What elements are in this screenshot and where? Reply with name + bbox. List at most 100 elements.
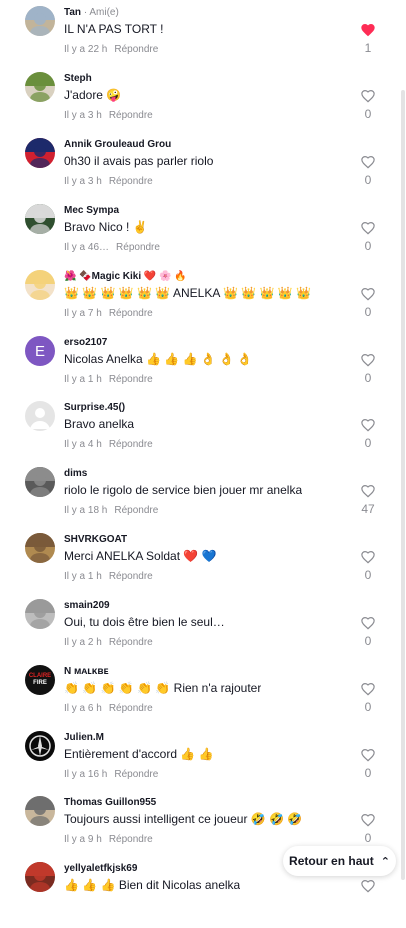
avatar[interactable]: E	[25, 336, 55, 366]
username-text[interactable]: Surprise.45()	[64, 402, 125, 413]
reply-button[interactable]: Répondre	[116, 242, 160, 253]
comment-text: 👏 👏 👏 👏 👏 👏 Rien n'a rajouter	[64, 681, 262, 695]
comment-text: 👍 👍 👍 Bien dit Nicolas anelka	[64, 878, 241, 892]
comment-item: Tan · Ami(e) IL N'A PAS TORT ! Il y a 22 h…	[0, 6, 406, 72]
comment-item: 🌺 🍫Magic Kiki ❤️ 🌸 🔥 👑 👑 👑 👑 👑 👑 ANELKA 👑…	[0, 270, 406, 336]
comment-time: Il y a 7 h	[64, 308, 102, 319]
username-text[interactable]: Thomas Guillon955	[64, 797, 156, 808]
heart-icon[interactable]	[360, 286, 376, 302]
avatar[interactable]	[25, 72, 55, 102]
username-text[interactable]: dims	[64, 468, 87, 479]
reply-button[interactable]: Répondre	[109, 571, 153, 582]
reply-button[interactable]: Répondre	[109, 439, 153, 450]
comment-username[interactable]: SHVRKGOAT	[64, 533, 127, 547]
avatar[interactable]	[25, 138, 55, 168]
username-text[interactable]: Steph	[64, 73, 92, 84]
heart-icon[interactable]	[360, 615, 376, 631]
comment-username[interactable]: yellyaletfkjsk69	[64, 862, 137, 876]
heart-icon[interactable]	[360, 812, 376, 828]
comment-text: Entièrement d'accord 👍 👍	[64, 747, 214, 761]
reply-button[interactable]: Répondre	[109, 703, 153, 714]
reply-button[interactable]: Répondre	[114, 44, 158, 55]
heart-icon[interactable]	[360, 549, 376, 565]
avatar[interactable]	[25, 204, 55, 234]
comment-meta: Il y a 1 h Répondre	[64, 373, 153, 387]
comment-time: Il y a 3 h	[64, 176, 102, 187]
heart-icon[interactable]	[360, 878, 376, 894]
heart-icon[interactable]	[360, 88, 376, 104]
avatar[interactable]	[25, 731, 55, 761]
avatar[interactable]	[25, 533, 55, 563]
avatar[interactable]	[25, 862, 55, 892]
reply-button[interactable]: Répondre	[109, 110, 153, 121]
like-count: 0	[364, 173, 372, 187]
avatar[interactable]	[25, 401, 55, 431]
comment-username[interactable]: Surprise.45()	[64, 401, 125, 415]
username-text[interactable]: smain209	[64, 600, 110, 611]
comment-username[interactable]: Julien.M	[64, 731, 104, 745]
avatar[interactable]	[25, 270, 55, 300]
username-text[interactable]: Julien.M	[64, 732, 104, 743]
comment-username[interactable]: N ᴍᴀʟᴋʙᴇ	[64, 665, 109, 679]
comment-username[interactable]: erso2107	[64, 336, 107, 350]
comment-meta: Il y a 1 h Répondre	[64, 570, 153, 584]
heart-icon[interactable]	[360, 681, 376, 697]
comment-username[interactable]: 🌺 🍫Magic Kiki ❤️ 🌸 🔥	[64, 270, 187, 284]
reply-button[interactable]: Répondre	[109, 637, 153, 648]
heart-icon[interactable]	[360, 417, 376, 433]
comment-username[interactable]: Annik Grouleaud Grou	[64, 138, 171, 152]
username-text[interactable]: Mec Sympa	[64, 205, 119, 216]
like-count: 0	[364, 305, 372, 319]
chevrons-up-icon: ⌃	[380, 855, 390, 868]
like-count: 0	[364, 831, 372, 845]
comment-username[interactable]: Thomas Guillon955	[64, 796, 156, 810]
heart-filled-icon[interactable]	[360, 22, 376, 38]
comment-text: 👑 👑 👑 👑 👑 👑 ANELKA 👑 👑 👑 👑 👑	[64, 286, 312, 300]
comment-item: Mec Sympa Bravo Nico ! ✌️ Il y a 46… Répond…	[0, 204, 406, 270]
comment-meta: Il y a 46… Répondre	[64, 241, 160, 255]
avatar[interactable]	[25, 467, 55, 497]
comment-username[interactable]: Tan · Ami(e)	[64, 6, 119, 20]
username-text[interactable]: 🌺 🍫Magic Kiki ❤️ 🌸 🔥	[64, 271, 187, 282]
comment-time: Il y a 18 h	[64, 505, 108, 516]
like-count: 0	[364, 239, 372, 253]
reply-button[interactable]: Répondre	[109, 308, 153, 319]
heart-icon[interactable]	[360, 747, 376, 763]
username-text[interactable]: Annik Grouleaud Grou	[64, 139, 171, 150]
avatar[interactable]	[25, 796, 55, 826]
comment-meta: Il y a 9 h Répondre	[64, 833, 153, 847]
reply-button[interactable]: Répondre	[114, 769, 158, 780]
heart-icon[interactable]	[360, 352, 376, 368]
heart-icon[interactable]	[360, 154, 376, 170]
username-text[interactable]: Tan	[64, 7, 81, 18]
username-text[interactable]: N ᴍᴀʟᴋʙᴇ	[64, 666, 109, 677]
reply-button[interactable]: Répondre	[109, 176, 153, 187]
comment-username[interactable]: Steph	[64, 72, 92, 86]
comment-meta: Il y a 16 h Répondre	[64, 768, 158, 782]
reply-button[interactable]: Répondre	[109, 834, 153, 845]
username-text[interactable]: SHVRKGOAT	[64, 534, 127, 545]
comment-username[interactable]: dims	[64, 467, 87, 481]
reply-button[interactable]: Répondre	[109, 374, 153, 385]
avatar[interactable]: CLAIRE FIRE	[25, 665, 55, 695]
avatar[interactable]	[25, 6, 55, 36]
back-to-top-button[interactable]: Retour en haut ⌃	[283, 846, 396, 876]
comment-meta: Il y a 18 h Répondre	[64, 504, 158, 518]
heart-icon[interactable]	[360, 483, 376, 499]
comment-text: Bravo anelka	[64, 417, 135, 431]
comment-username[interactable]: Mec Sympa	[64, 204, 119, 218]
reply-button[interactable]: Répondre	[114, 505, 158, 516]
like-count: 0	[364, 700, 372, 714]
heart-icon[interactable]	[360, 220, 376, 236]
comment-username[interactable]: smain209	[64, 599, 110, 613]
avatar[interactable]	[25, 599, 55, 629]
comment-time: Il y a 6 h	[64, 703, 102, 714]
username-text[interactable]: yellyaletfkjsk69	[64, 863, 137, 874]
like-count: 0	[364, 107, 372, 121]
comment-text: Nicolas Anelka 👍 👍 👍 👌 👌 👌	[64, 352, 253, 366]
username-text[interactable]: erso2107	[64, 337, 107, 348]
comment-time: Il y a 46…	[64, 242, 110, 253]
comment-text: Oui, tu dois être bien le seul…	[64, 615, 225, 629]
like-count: 0	[364, 568, 372, 582]
like-count: 47	[361, 502, 375, 516]
